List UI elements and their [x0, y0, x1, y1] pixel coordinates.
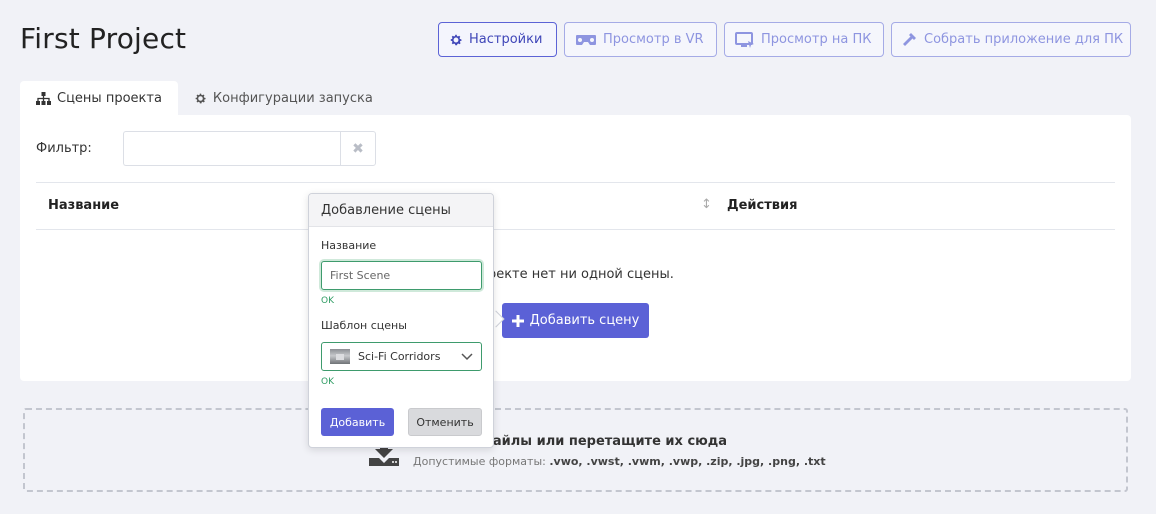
scene-name-label: Название	[321, 239, 377, 252]
settings-label: Настройки	[469, 32, 543, 47]
plus-icon	[511, 314, 524, 327]
gear-icon	[450, 34, 462, 45]
monitor-icon	[735, 31, 754, 48]
gear-icon	[195, 93, 206, 103]
table-header: Название ↕ Действия	[36, 182, 1115, 230]
scene-template-select[interactable]: Sci-Fi Corridors	[321, 342, 482, 371]
sort-icon[interactable]: ↕	[701, 197, 712, 212]
view-pc-label: Просмотр на ПК	[761, 32, 872, 47]
chevron-down-icon	[461, 352, 473, 360]
dropzone-title: файлы или перетащите их сюда	[480, 434, 728, 449]
scene-template-label: Шаблон сцены	[321, 319, 407, 332]
tab-launch-configs[interactable]: Конфигурации запуска	[178, 81, 389, 115]
scene-name-status: OK	[321, 296, 334, 306]
tab-bar: Сцены проекта Конфигурации запуска	[20, 81, 389, 115]
filter-label: Фильтр:	[36, 141, 92, 156]
tab-scenes-label: Сцены проекта	[57, 90, 162, 106]
popover-add-button[interactable]: Добавить	[321, 408, 394, 436]
settings-button[interactable]: Настройки	[438, 22, 557, 57]
file-dropzone[interactable]: файлы или перетащите их сюда Допустимые …	[23, 408, 1128, 492]
add-scene-popover: Добавление сцены Название OK Шаблон сцен…	[308, 193, 494, 448]
close-icon: ✖	[352, 140, 364, 157]
scene-template-status: OK	[321, 377, 334, 387]
empty-message: роекте нет ни одной сцены.	[480, 267, 674, 282]
add-scene-label: Добавить сцену	[529, 313, 640, 328]
column-actions-header: Действия	[727, 198, 798, 213]
formats-prefix: Допустимые форматы:	[413, 455, 546, 468]
dropzone-formats: Допустимые форматы: .vwo, .vwst, .vwm, .…	[413, 455, 826, 468]
add-scene-button[interactable]: Добавить сцену	[502, 303, 649, 338]
view-pc-button[interactable]: Просмотр на ПК	[724, 22, 884, 57]
tab-launch-configs-label: Конфигурации запуска	[212, 90, 373, 106]
formats-list: .vwo, .vwst, .vwm, .vwp, .zip, .jpg, .pn…	[549, 455, 826, 468]
vr-headset-icon	[576, 34, 596, 45]
template-value: Sci-Fi Corridors	[358, 350, 441, 363]
page-title: First Project	[20, 22, 187, 55]
hammer-icon	[903, 32, 916, 46]
tab-scenes[interactable]: Сцены проекта	[20, 81, 178, 115]
view-vr-button[interactable]: Просмотр в VR	[564, 22, 717, 57]
filter-input[interactable]	[123, 131, 341, 166]
view-vr-label: Просмотр в VR	[603, 32, 704, 47]
column-name-header[interactable]: Название	[48, 198, 119, 213]
filter-clear-button[interactable]: ✖	[340, 131, 376, 166]
build-pc-button[interactable]: Собрать приложение для ПК	[891, 22, 1131, 57]
popover-cancel-button[interactable]: Отменить	[408, 408, 482, 436]
build-pc-label: Собрать приложение для ПК	[924, 32, 1124, 47]
popover-title: Добавление сцены	[309, 194, 493, 227]
sitemap-icon	[36, 91, 51, 105]
template-thumbnail	[330, 349, 350, 364]
scene-name-input[interactable]	[321, 261, 482, 290]
scenes-panel: Фильтр: ✖ Название ↕ Действия роекте нет…	[20, 115, 1131, 381]
